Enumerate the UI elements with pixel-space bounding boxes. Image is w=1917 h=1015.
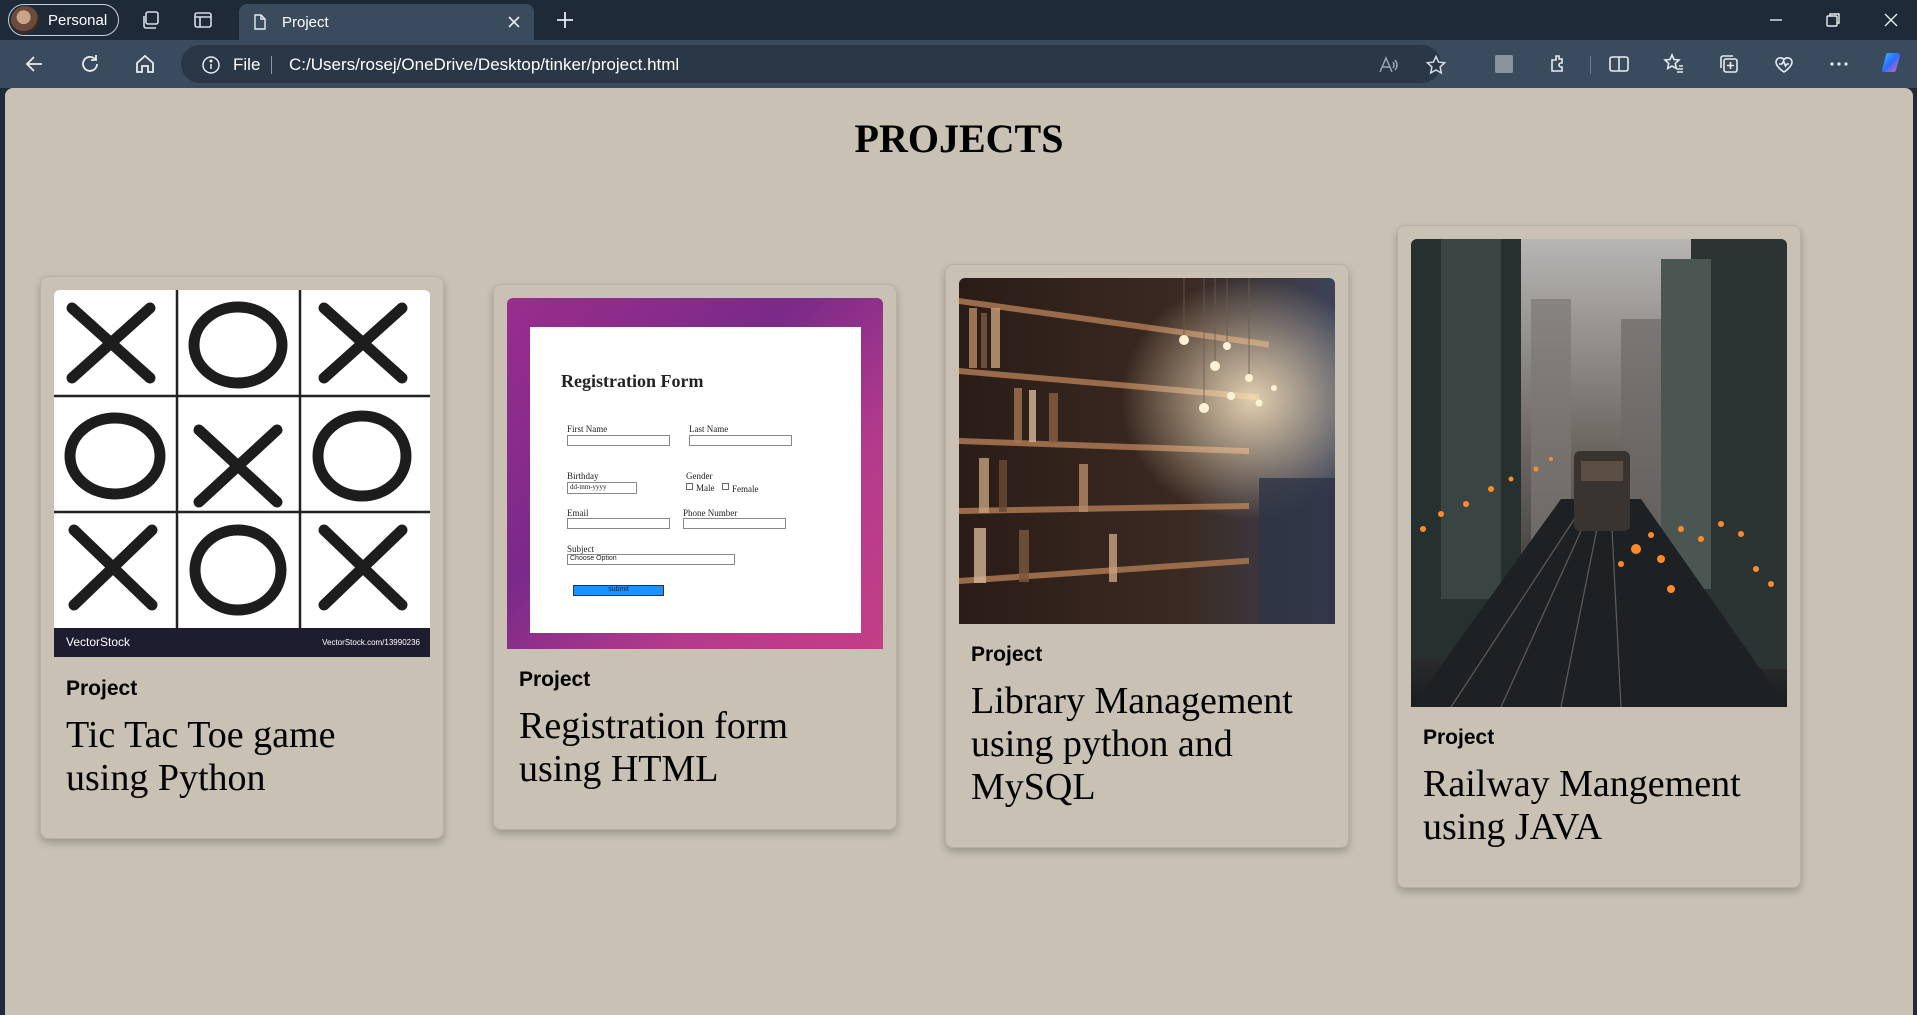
project-card-library-management[interactable]: Project Library Management using python … xyxy=(945,264,1349,848)
watermark-left: VectorStock xyxy=(66,635,131,649)
profile-button[interactable]: Personal xyxy=(8,4,119,36)
form-input xyxy=(567,518,670,529)
form-checkbox xyxy=(686,483,693,490)
tic-tac-toe-image: VectorStock VectorStock.com/13990236 xyxy=(54,290,430,657)
favorites-icon[interactable] xyxy=(1662,52,1686,76)
form-label-subject: Subject xyxy=(567,544,594,554)
extensions-icon[interactable] xyxy=(1547,52,1571,76)
split-screen-icon[interactable] xyxy=(1607,52,1631,76)
close-tab-icon[interactable] xyxy=(504,12,524,32)
railway-image xyxy=(1411,239,1787,707)
tab-title: Project xyxy=(282,13,329,31)
vertical-tabs-icon[interactable] xyxy=(192,9,214,31)
page-icon xyxy=(254,14,266,30)
scheme-label: File xyxy=(233,55,261,74)
address-separator xyxy=(271,56,272,74)
watermark-right: VectorStock.com/13990236 xyxy=(322,638,420,647)
favorite-star-icon[interactable] xyxy=(1425,54,1447,76)
profile-label: Personal xyxy=(48,11,108,29)
back-icon[interactable] xyxy=(22,51,48,77)
form-date-input: dd-mm-yyyy xyxy=(567,482,637,494)
project-card-railway-management[interactable]: Project Railway Mangement using JAVA xyxy=(1397,225,1801,888)
form-checkbox xyxy=(722,483,729,490)
minimize-icon[interactable] xyxy=(1764,8,1788,32)
card-title: Library Management using python and MySQ… xyxy=(971,680,1293,808)
tab-project[interactable]: Project xyxy=(239,4,534,40)
refresh-icon[interactable] xyxy=(77,51,103,77)
info-icon[interactable] xyxy=(201,55,221,75)
avatar xyxy=(11,6,39,34)
page-title: PROJECTS xyxy=(854,116,1064,161)
url-text[interactable]: C:/Users/rosej/OneDrive/Desktop/tinker/p… xyxy=(289,55,679,75)
restore-icon[interactable] xyxy=(1821,8,1845,32)
read-aloud-icon[interactable] xyxy=(1377,54,1399,76)
form-label-email: Email xyxy=(567,508,589,518)
extension-square-icon[interactable] xyxy=(1492,52,1516,76)
form-label-birthday: Birthday xyxy=(567,471,599,481)
more-options-icon[interactable] xyxy=(1827,52,1851,76)
browser-title-bar: Personal Project xyxy=(0,0,1917,40)
project-card-tic-tac-toe[interactable]: VectorStock VectorStock.com/13990236 Pro… xyxy=(40,276,444,839)
form-input xyxy=(689,435,792,446)
card-title: Tic Tac Toe game using Python xyxy=(66,714,336,799)
form-input xyxy=(683,518,786,529)
project-card-registration-form[interactable]: Registration Form First Name Last Name B… xyxy=(493,284,897,830)
collections-icon[interactable] xyxy=(1717,52,1741,76)
home-icon[interactable] xyxy=(132,51,158,77)
card-label: Project xyxy=(519,668,591,691)
form-label-first-name: First Name xyxy=(567,424,608,434)
toolbar-separator xyxy=(1590,56,1591,74)
card-label: Project xyxy=(1423,726,1495,749)
close-window-icon[interactable] xyxy=(1879,8,1903,32)
card-title: Registration form using HTML xyxy=(519,705,789,790)
card-label: Project xyxy=(971,643,1043,666)
form-preview: Registration Form First Name Last Name B… xyxy=(530,327,861,633)
new-tab-icon[interactable] xyxy=(553,8,577,32)
copilot-icon[interactable] xyxy=(1878,50,1906,78)
form-label-phone: Phone Number xyxy=(683,508,738,518)
page-viewport: PROJECTS VectorStock VectorStock.com/139… xyxy=(5,88,1913,1015)
card-title: Railway Mangement using JAVA xyxy=(1423,763,1741,848)
form-submit: submit xyxy=(573,585,664,596)
form-label-gender: Gender xyxy=(686,471,713,481)
workspaces-icon[interactable] xyxy=(140,9,162,31)
library-image xyxy=(959,278,1335,624)
registration-form-image: Registration Form First Name Last Name B… xyxy=(507,298,883,649)
form-label-male: Male xyxy=(696,483,715,493)
form-label-last-name: Last Name xyxy=(689,424,729,434)
form-label-female: Female xyxy=(732,484,759,494)
form-input xyxy=(567,435,670,446)
browser-toolbar: File C:/Users/rosej/OneDrive/Desktop/tin… xyxy=(0,40,1917,88)
form-select: Choose Option xyxy=(567,554,735,565)
form-heading: Registration Form xyxy=(561,371,704,391)
card-label: Project xyxy=(66,677,138,700)
address-bar[interactable]: File C:/Users/rosej/OneDrive/Desktop/tin… xyxy=(181,45,1447,83)
browser-essentials-icon[interactable] xyxy=(1772,52,1796,76)
